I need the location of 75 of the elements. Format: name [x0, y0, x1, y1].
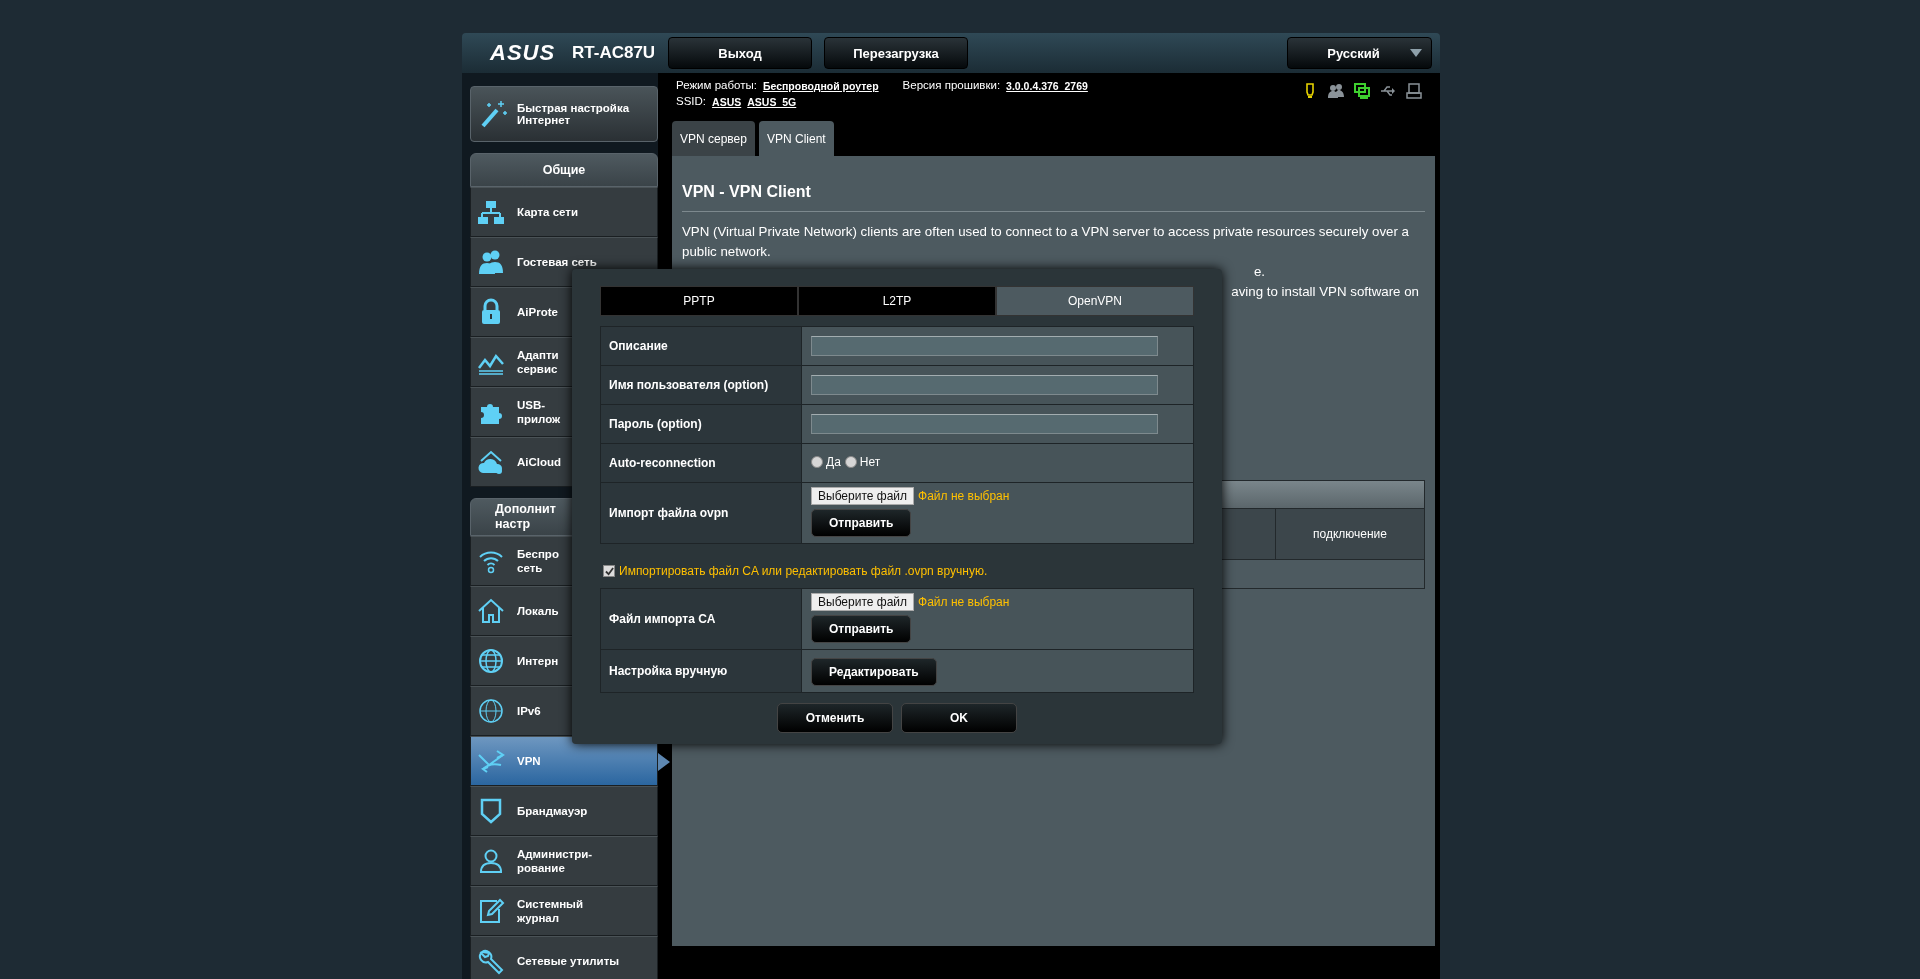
wrench-icon	[477, 947, 505, 975]
model-name: RT-AC87U	[572, 43, 657, 63]
sidebar-label: IPv6	[517, 704, 541, 718]
edit-button[interactable]: Редактировать	[811, 658, 937, 686]
monitor-icon[interactable]	[1354, 83, 1370, 99]
description-text: e.	[1253, 263, 1265, 281]
menu-section-header: Общие	[470, 153, 658, 187]
edit-icon	[477, 897, 505, 925]
sidebar-item[interactable]: Администри- рование	[470, 836, 658, 886]
protocol-tab[interactable]: PPTP	[600, 286, 798, 316]
protocol-tab[interactable]: OpenVPN	[996, 286, 1194, 316]
sidebar-label: AiCloud	[517, 455, 562, 469]
people-icon[interactable]	[1328, 83, 1344, 99]
caret-icon	[1409, 49, 1422, 57]
sidebar-label: Локаль	[517, 604, 559, 618]
sidebar-label: Интерн	[517, 654, 559, 668]
choose-file-button[interactable]: Выберите файл	[811, 487, 915, 505]
globe-icon	[477, 647, 505, 675]
sidebar-label: Брандмауэр	[517, 804, 588, 818]
magic-wand-icon	[479, 99, 509, 129]
upload-button[interactable]: Отправить	[811, 509, 912, 537]
printer-icon[interactable]	[1406, 83, 1422, 99]
sidebar-label: Гостевая сеть	[517, 255, 597, 269]
text-field[interactable]	[811, 414, 1158, 434]
sidebar-label: Системный журнал	[517, 897, 583, 925]
sidebar-item[interactable]: Системный журнал	[470, 886, 658, 936]
sidebar-label: AiProte	[517, 305, 558, 319]
people-icon	[477, 248, 505, 276]
dialog-button[interactable]: Отменить	[777, 703, 893, 733]
sidebar-label: Карта сети	[517, 205, 578, 219]
upload-button[interactable]: Отправить	[811, 615, 912, 643]
network-icon	[477, 198, 505, 226]
column-header: подключение	[1313, 527, 1387, 541]
protocol-tab[interactable]: L2TP	[798, 286, 996, 316]
sidebar-label: Администри- рование	[517, 847, 593, 875]
sidebar-label: VPN	[517, 754, 541, 768]
mode-link[interactable]: Беспроводной роутер	[762, 80, 879, 92]
quick-setup-button[interactable]: Быстрая настройка Интернет	[470, 86, 658, 142]
arrows-icon	[477, 747, 505, 775]
description-text: aving to install VPN software on	[1231, 283, 1419, 301]
person-icon	[477, 847, 505, 875]
file-status: Файл не выбран	[918, 595, 1010, 609]
sidebar-item[interactable]: Сетевые утилиты	[470, 936, 658, 979]
sidebar-item[interactable]: Карта сети	[470, 187, 658, 237]
text-field[interactable]	[811, 336, 1158, 356]
page-title: VPN - VPN Client	[682, 180, 1425, 212]
file-status: Файл не выбран	[918, 489, 1010, 503]
header-button[interactable]: Выход	[668, 37, 812, 69]
text-field[interactable]	[811, 375, 1158, 395]
sidebar-label: Беспро сеть	[517, 547, 559, 575]
brand-logo: ASUS	[490, 40, 557, 66]
tab[interactable]: VPN Client	[758, 121, 834, 156]
ssid-link[interactable]: ASUS	[712, 96, 742, 108]
language-select[interactable]: Русский	[1287, 37, 1432, 69]
firmware-link[interactable]: 3.0.0.4.376_2769	[1006, 80, 1088, 92]
sidebar-label: Сетевые утилиты	[517, 954, 620, 968]
mode-label: Режим работы:	[676, 79, 757, 92]
tab[interactable]: VPN сервер	[672, 121, 755, 156]
description-text: VPN (Virtual Private Network) clients are often used to connect to a VPN server to access private resources securely over a public network.	[682, 223, 1410, 261]
ssid-link[interactable]: ASUS_5G	[747, 96, 797, 108]
choose-file-button[interactable]: Выберите файл	[811, 593, 915, 611]
firmware-label: Версия прошивки:	[902, 79, 1001, 92]
radio-option[interactable]: Нет	[844, 455, 881, 469]
header-button[interactable]: Перезагрузка	[824, 37, 968, 69]
usb-icon[interactable]	[1380, 83, 1396, 99]
sidebar-label: Адапти сервис	[517, 348, 559, 376]
sidebar-item[interactable]: Брандмауэр	[470, 786, 658, 836]
dialog-button[interactable]: OK	[901, 703, 1017, 733]
radio-option[interactable]: Да	[811, 455, 841, 469]
globe-icon	[477, 697, 505, 725]
cloud-icon	[477, 448, 505, 476]
checkbox[interactable]	[603, 565, 615, 577]
sidebar-label: USB- прилож	[517, 398, 561, 426]
ssid-label: SSID:	[676, 95, 707, 108]
home-icon	[477, 597, 505, 625]
